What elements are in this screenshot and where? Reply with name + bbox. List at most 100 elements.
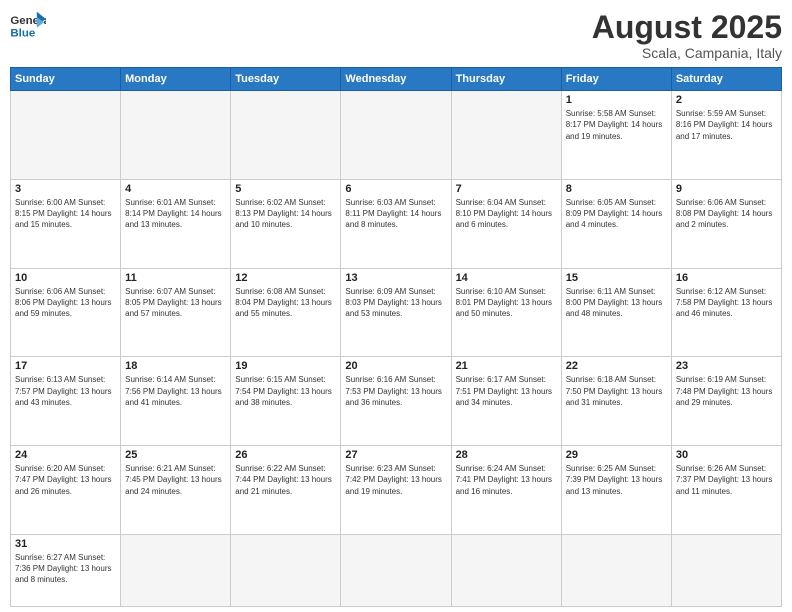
table-row: 16Sunrise: 6:12 AM Sunset: 7:58 PM Dayli… (671, 268, 781, 357)
header-sunday: Sunday (11, 68, 121, 91)
day-info: Sunrise: 6:02 AM Sunset: 8:13 PM Dayligh… (235, 197, 336, 231)
table-row (451, 91, 561, 180)
svg-text:Blue: Blue (10, 27, 35, 39)
header: General Blue August 2025 Scala, Campania… (10, 10, 782, 61)
table-row (231, 91, 341, 180)
day-number: 26 (235, 449, 336, 461)
day-number: 4 (125, 183, 226, 195)
day-info: Sunrise: 6:16 AM Sunset: 7:53 PM Dayligh… (345, 374, 446, 408)
table-row: 27 Sunrise: 6:23 AM Sunset: 7:42 PM Dayli… (341, 446, 451, 535)
table-row (341, 91, 451, 180)
table-row: 21 Sunrise: 6:17 AM Sunset: 7:51 PM Dayli… (451, 357, 561, 446)
day-number: 14 (456, 272, 557, 284)
day-info: Sunrise: 6:13 AM Sunset: 7:57 PM Dayligh… (15, 374, 116, 408)
day-number: 22 (566, 360, 667, 372)
day-number: 17 (15, 360, 116, 372)
table-row: 19 Sunrise: 6:15 AM Sunset: 7:54 PM Dayli… (231, 357, 341, 446)
day-number: 31 (15, 538, 116, 550)
table-row: 30 Sunrise: 6:26 AM Sunset: 7:37 PM Dayli… (671, 446, 781, 535)
day-number: 13 (345, 272, 446, 284)
day-number: 29 (566, 449, 667, 461)
day-info: Sunrise: 6:15 AM Sunset: 7:54 PM Dayligh… (235, 374, 336, 408)
table-row: 23 Sunrise: 6:19 AM Sunset: 7:48 PM Dayli… (671, 357, 781, 446)
header-wednesday: Wednesday (341, 68, 451, 91)
day-info: Sunrise: 6:08 AM Sunset: 8:04 PM Dayligh… (235, 286, 336, 320)
table-row: 9 Sunrise: 6:06 AM Sunset: 8:08 PM Daylig… (671, 179, 781, 268)
day-info: Sunrise: 6:14 AM Sunset: 7:56 PM Dayligh… (125, 374, 226, 408)
day-number: 9 (676, 183, 777, 195)
table-row: 1 Sunrise: 5:58 AM Sunset: 8:17 PM Daylig… (561, 91, 671, 180)
table-row (671, 535, 781, 607)
day-info: Sunrise: 6:20 AM Sunset: 7:47 PM Dayligh… (15, 463, 116, 497)
header-friday: Friday (561, 68, 671, 91)
day-number: 2 (676, 94, 777, 106)
table-row: 10Sunrise: 6:06 AM Sunset: 8:06 PM Dayli… (11, 268, 121, 357)
day-info: Sunrise: 5:58 AM Sunset: 8:17 PM Dayligh… (566, 108, 667, 142)
day-info: Sunrise: 6:01 AM Sunset: 8:14 PM Dayligh… (125, 197, 226, 231)
table-row (121, 535, 231, 607)
day-info: Sunrise: 6:18 AM Sunset: 7:50 PM Dayligh… (566, 374, 667, 408)
table-row: 14 Sunrise: 6:10 AM Sunset: 8:01 PM Dayli… (451, 268, 561, 357)
table-row: 13 Sunrise: 6:09 AM Sunset: 8:03 PM Dayli… (341, 268, 451, 357)
day-number: 3 (15, 183, 116, 195)
day-info: Sunrise: 6:11 AM Sunset: 8:00 PM Dayligh… (566, 286, 667, 320)
day-number: 5 (235, 183, 336, 195)
day-info: Sunrise: 5:59 AM Sunset: 8:16 PM Dayligh… (676, 108, 777, 142)
table-row (341, 535, 451, 607)
table-row: 17 Sunrise: 6:13 AM Sunset: 7:57 PM Dayli… (11, 357, 121, 446)
table-row: 15 Sunrise: 6:11 AM Sunset: 8:00 PM Dayli… (561, 268, 671, 357)
day-number: 30 (676, 449, 777, 461)
logo-area: General Blue (10, 10, 46, 40)
day-number: 10 (15, 272, 116, 284)
table-row: 5 Sunrise: 6:02 AM Sunset: 8:13 PM Daylig… (231, 179, 341, 268)
day-info: Sunrise: 6:00 AM Sunset: 8:15 PM Dayligh… (15, 197, 116, 231)
generalblue-logo-icon: General Blue (10, 10, 46, 40)
day-info: Sunrise: 6:19 AM Sunset: 7:48 PM Dayligh… (676, 374, 777, 408)
table-row: 6 Sunrise: 6:03 AM Sunset: 8:11 PM Daylig… (341, 179, 451, 268)
table-row (11, 91, 121, 180)
table-row: 25Sunrise: 6:21 AM Sunset: 7:45 PM Dayli… (121, 446, 231, 535)
header-monday: Monday (121, 68, 231, 91)
day-number: 19 (235, 360, 336, 372)
table-row (451, 535, 561, 607)
day-number: 16 (676, 272, 777, 284)
day-info: Sunrise: 6:03 AM Sunset: 8:11 PM Dayligh… (345, 197, 446, 231)
day-number: 21 (456, 360, 557, 372)
day-info: Sunrise: 6:17 AM Sunset: 7:51 PM Dayligh… (456, 374, 557, 408)
table-row (121, 91, 231, 180)
day-number: 28 (456, 449, 557, 461)
table-row: 28Sunrise: 6:24 AM Sunset: 7:41 PM Dayli… (451, 446, 561, 535)
day-info: Sunrise: 6:10 AM Sunset: 8:01 PM Dayligh… (456, 286, 557, 320)
calendar-title: August 2025 (592, 10, 782, 45)
table-row: 26Sunrise: 6:22 AM Sunset: 7:44 PM Dayli… (231, 446, 341, 535)
day-number: 1 (566, 94, 667, 106)
day-info: Sunrise: 6:06 AM Sunset: 8:08 PM Dayligh… (676, 197, 777, 231)
day-info: Sunrise: 6:09 AM Sunset: 8:03 PM Dayligh… (345, 286, 446, 320)
table-row: 3 Sunrise: 6:00 AM Sunset: 8:15 PM Daylig… (11, 179, 121, 268)
calendar-page: General Blue August 2025 Scala, Campania… (0, 0, 792, 612)
table-row: 12 Sunrise: 6:08 AM Sunset: 8:04 PM Dayli… (231, 268, 341, 357)
day-number: 18 (125, 360, 226, 372)
calendar-table: Sunday Monday Tuesday Wednesday Thursday… (10, 67, 782, 607)
day-number: 23 (676, 360, 777, 372)
day-number: 6 (345, 183, 446, 195)
table-row: 4 Sunrise: 6:01 AM Sunset: 8:14 PM Daylig… (121, 179, 231, 268)
day-number: 15 (566, 272, 667, 284)
day-number: 8 (566, 183, 667, 195)
day-number: 25 (125, 449, 226, 461)
day-number: 20 (345, 360, 446, 372)
table-row: 11Sunrise: 6:07 AM Sunset: 8:05 PM Dayli… (121, 268, 231, 357)
header-saturday: Saturday (671, 68, 781, 91)
day-info: Sunrise: 6:26 AM Sunset: 7:37 PM Dayligh… (676, 463, 777, 497)
day-info: Sunrise: 6:23 AM Sunset: 7:42 PM Dayligh… (345, 463, 446, 497)
day-number: 7 (456, 183, 557, 195)
day-number: 27 (345, 449, 446, 461)
weekday-header-row: Sunday Monday Tuesday Wednesday Thursday… (11, 68, 782, 91)
day-number: 12 (235, 272, 336, 284)
table-row: 24Sunrise: 6:20 AM Sunset: 7:47 PM Dayli… (11, 446, 121, 535)
table-row (561, 535, 671, 607)
table-row: 31Sunrise: 6:27 AM Sunset: 7:36 PM Dayli… (11, 535, 121, 607)
day-info: Sunrise: 6:04 AM Sunset: 8:10 PM Dayligh… (456, 197, 557, 231)
table-row: 20 Sunrise: 6:16 AM Sunset: 7:53 PM Dayli… (341, 357, 451, 446)
calendar-subtitle: Scala, Campania, Italy (592, 45, 782, 61)
